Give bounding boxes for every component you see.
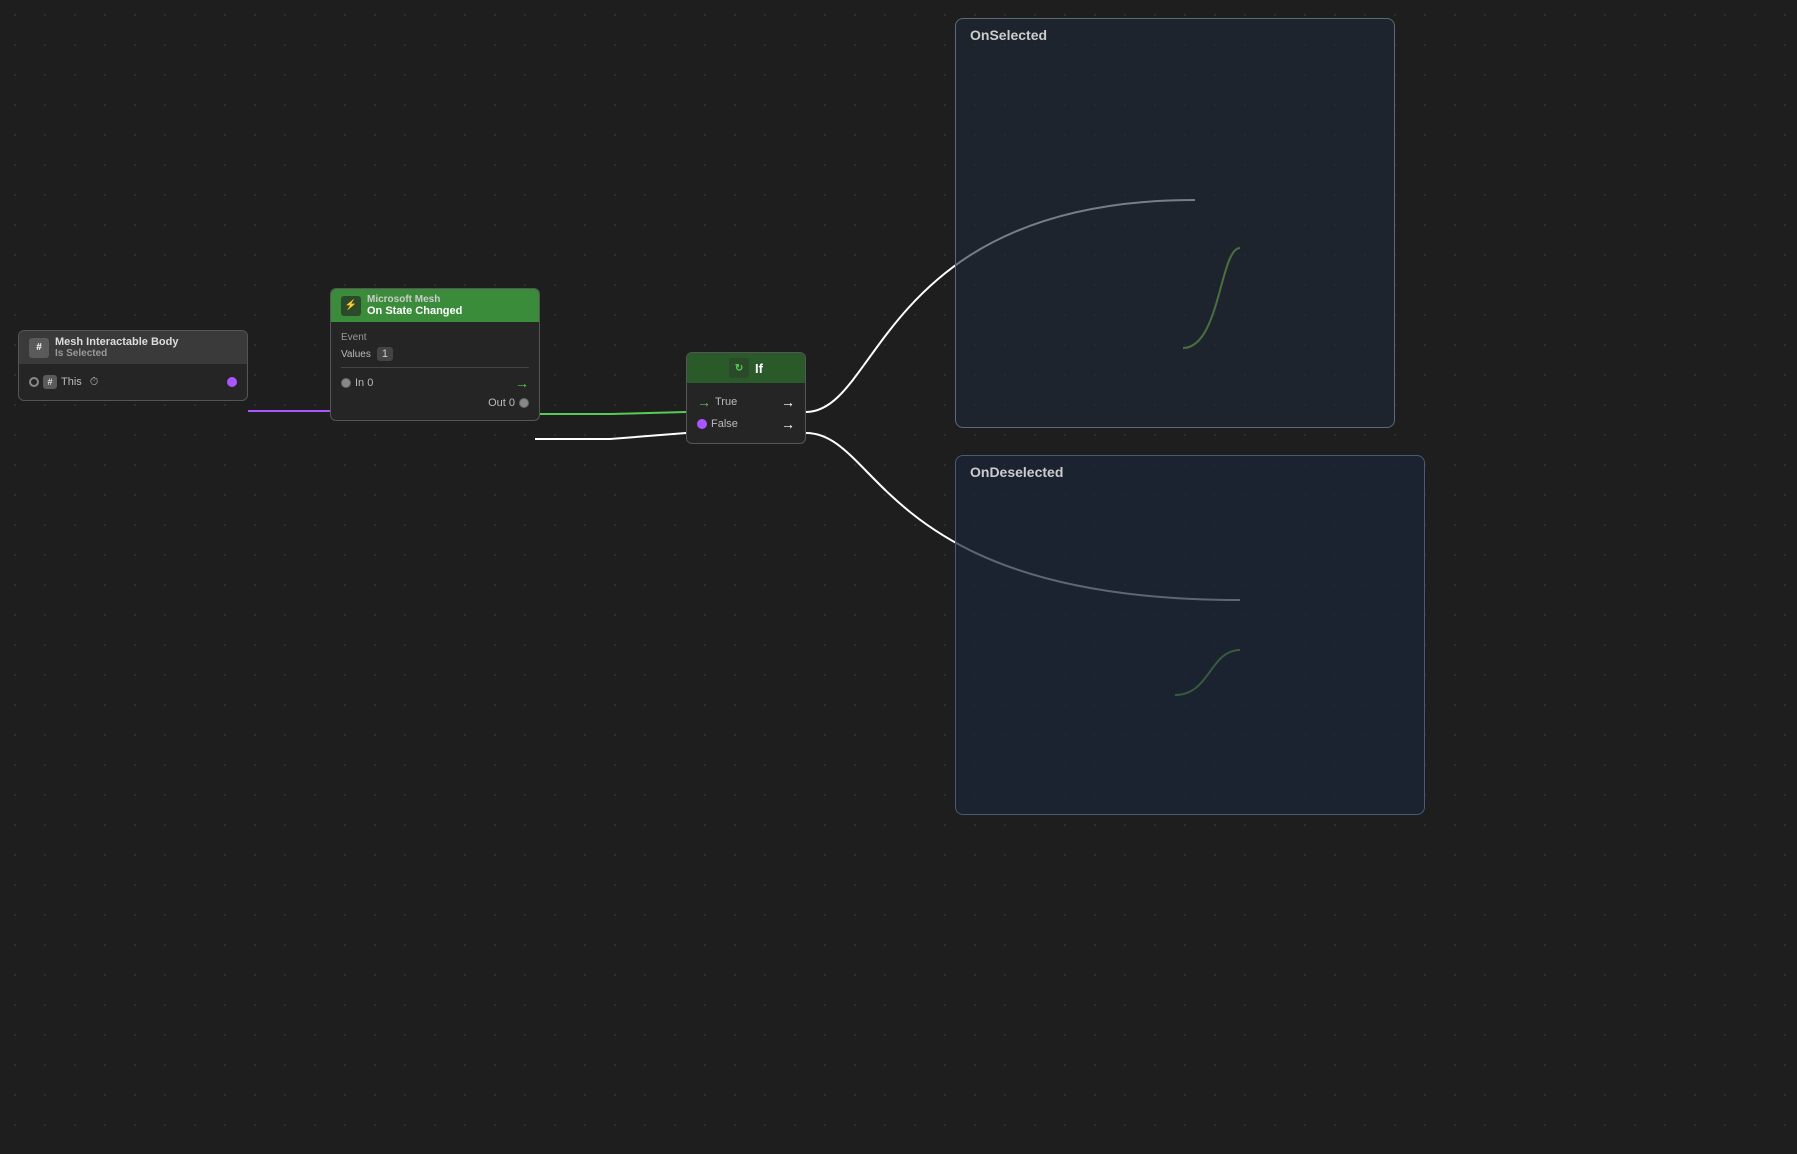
onselected-group: OnSelected ⬡ Get Variable Object ▼ Cylin… <box>955 18 1395 428</box>
ms-in0-port: In 0 → <box>341 372 529 394</box>
microsoft-mesh-node: ⚡ Microsoft Mesh On State Changed Event … <box>330 288 540 421</box>
ms-values-label: Values <box>341 349 371 360</box>
refresh-icon: ↻ <box>729 358 749 378</box>
ms-event: On State Changed <box>367 305 462 317</box>
mesh-port-dot <box>29 377 39 387</box>
ms-values-badge: 1 <box>377 347 393 361</box>
ms-in-arrow: → <box>515 375 529 391</box>
ms-event-label: Event <box>341 330 529 345</box>
mesh-this-port: # This ⏱ <box>29 372 237 392</box>
if-true-out-arrow: → <box>781 394 795 410</box>
if-title: If <box>755 361 763 376</box>
mesh-node-body: # This ⏱ <box>19 364 247 400</box>
if-false-out-arrow: → <box>781 416 795 432</box>
onselected-label: OnSelected <box>956 19 1394 51</box>
ms-in-label: In 0 <box>355 377 373 389</box>
mesh-subtitle: Is Selected <box>55 348 178 359</box>
ondeselected-label: OnDeselected <box>956 456 1424 488</box>
if-true-label: True <box>715 396 737 408</box>
ms-node-body: Event Values 1 In 0 → Out 0 <box>331 322 539 420</box>
ms-out0-port: Out 0 <box>341 394 529 412</box>
ms-out-label: Out 0 <box>488 397 515 409</box>
ms-values-row: Values 1 <box>341 345 529 363</box>
ms-provider: Microsoft Mesh <box>367 294 462 305</box>
mesh-title: Mesh Interactable Body <box>55 336 178 348</box>
if-node-header: ↻ If <box>687 353 805 383</box>
if-node: ↻ If → True → False → <box>686 352 806 444</box>
if-false-dot <box>697 419 707 429</box>
mesh-port-label: This <box>61 376 82 388</box>
ms-out-dot <box>519 398 529 408</box>
if-false-port: False → <box>697 413 795 435</box>
if-false-label: False <box>711 418 738 430</box>
ms-divider <box>341 367 529 368</box>
hash-icon: # <box>29 338 49 358</box>
lightning-icon: ⚡ <box>341 296 361 316</box>
mesh-interactable-node: # Mesh Interactable Body Is Selected # T… <box>18 330 248 401</box>
mesh-node-header: # Mesh Interactable Body Is Selected <box>19 331 247 364</box>
mesh-port-hash-icon: # <box>43 375 57 389</box>
connections-canvas <box>0 0 1797 1003</box>
ms-in-dot <box>341 378 351 388</box>
if-true-port: → True → <box>697 391 795 413</box>
mesh-output-dot <box>227 377 237 387</box>
ms-node-header: ⚡ Microsoft Mesh On State Changed <box>331 289 539 322</box>
ondeselected-group: OnDeselected ⬡ Get Variable Object ▼ Cyl… <box>955 455 1425 815</box>
if-true-in-arrow: → <box>697 394 711 410</box>
if-node-body: → True → False → <box>687 383 805 443</box>
